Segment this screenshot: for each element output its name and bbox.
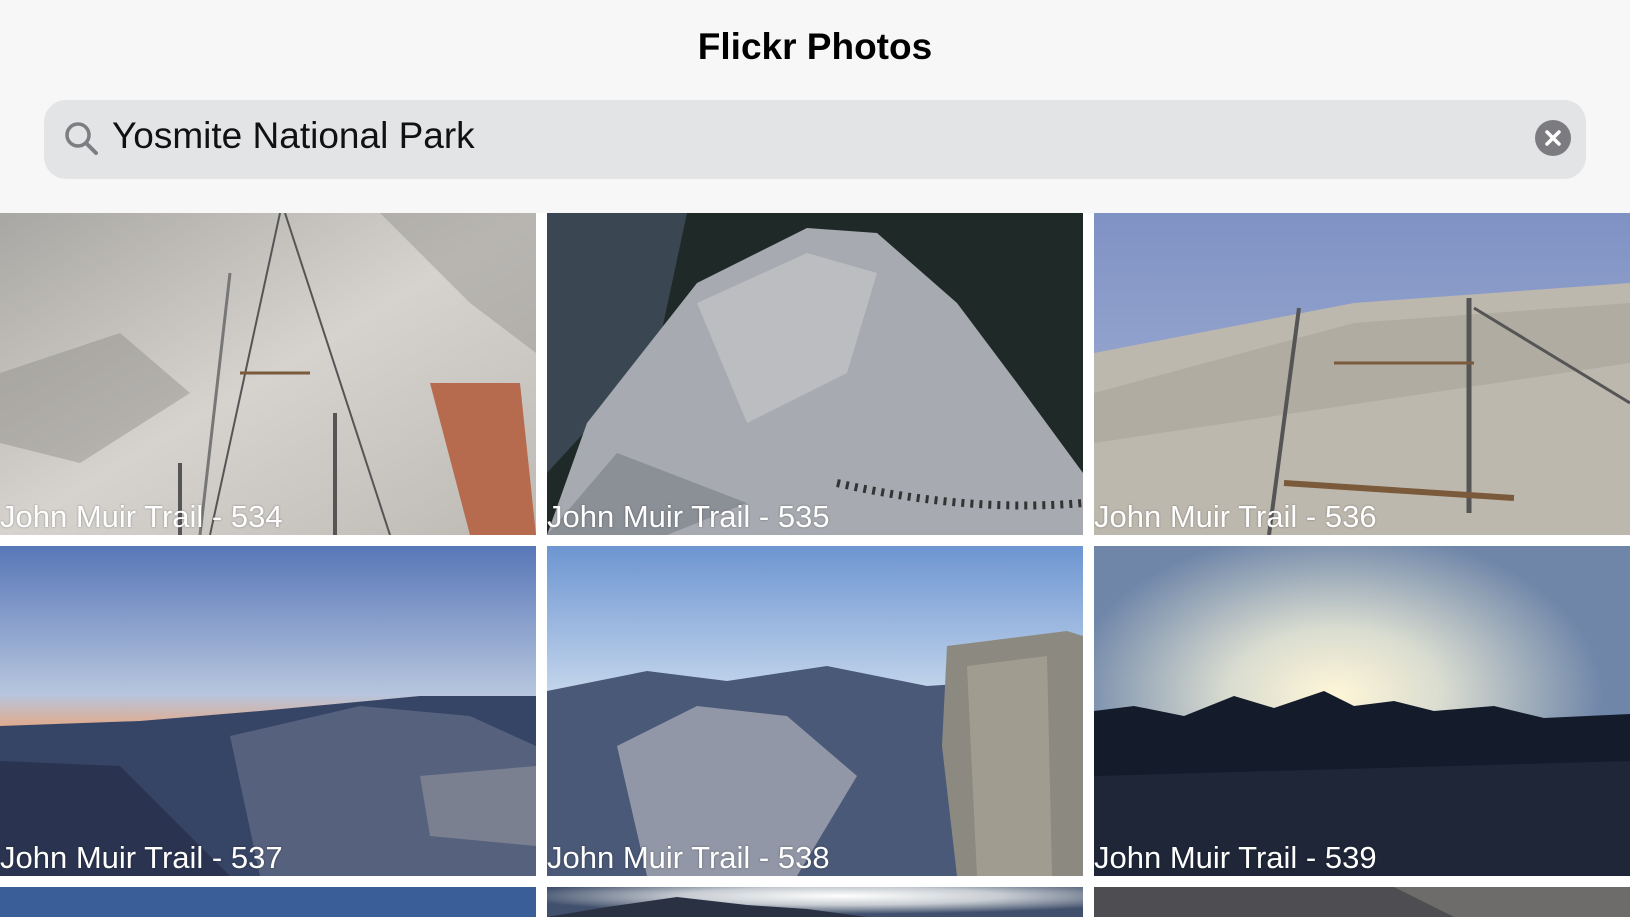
search-icon: [62, 119, 102, 159]
photo-caption: John Muir Trail - 535: [547, 499, 830, 534]
photo-caption: John Muir Trail - 538: [547, 840, 830, 875]
photo-image: [547, 887, 1083, 917]
page-title: Flickr Photos: [697, 26, 933, 67]
search-input[interactable]: Yosmite National Park: [112, 115, 475, 157]
photo-tile[interactable]: John Muir Trail - 539: [1094, 546, 1630, 876]
photo-tile[interactable]: [547, 887, 1083, 917]
photo-tile[interactable]: John Muir Trail - 536: [1094, 213, 1630, 535]
clear-search-icon[interactable]: [1535, 120, 1571, 156]
photo-tile[interactable]: John Muir Trail - 535: [547, 213, 1083, 535]
photo-tile[interactable]: John Muir Trail - 538: [547, 546, 1083, 876]
search-bar[interactable]: Yosmite National Park: [44, 100, 1586, 179]
photo-image: [547, 213, 1083, 535]
photo-tile[interactable]: [0, 887, 536, 917]
photo-caption: John Muir Trail - 534: [0, 499, 283, 534]
photo-image: [1094, 546, 1630, 876]
photo-tile[interactable]: [1094, 887, 1630, 917]
photo-grid: John Muir Trail - 534 John Muir Trail - …: [0, 213, 1630, 917]
photo-image: [547, 546, 1083, 876]
photo-tile[interactable]: John Muir Trail - 534: [0, 213, 536, 535]
photo-caption: John Muir Trail - 536: [1094, 499, 1377, 534]
photo-image: [1094, 887, 1630, 917]
photo-tile[interactable]: John Muir Trail - 537: [0, 546, 536, 876]
photo-image: [1094, 213, 1630, 535]
photo-caption: John Muir Trail - 537: [0, 840, 283, 875]
photo-image: [0, 213, 536, 535]
photo-image: [0, 887, 536, 917]
photo-caption: John Muir Trail - 539: [1094, 840, 1377, 875]
photo-image: [0, 546, 536, 876]
